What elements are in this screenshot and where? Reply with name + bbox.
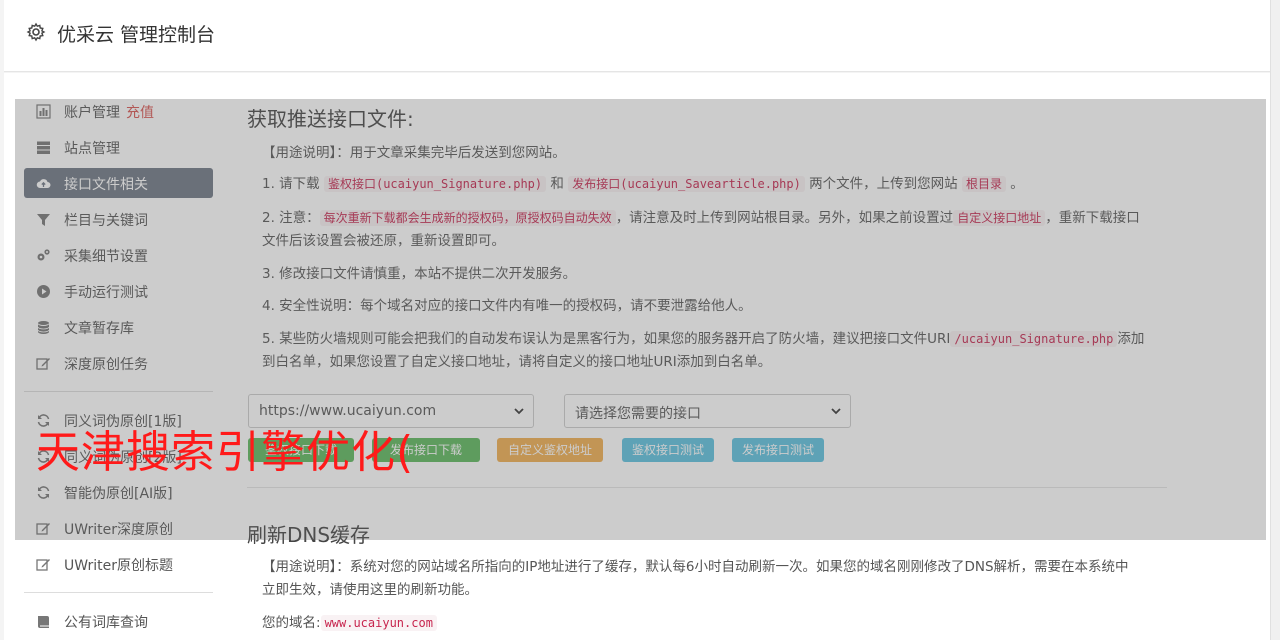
sidebar-item-label: 智能伪原创[AI版]: [64, 486, 173, 502]
domain-value: www.ucaiyun.com: [320, 615, 437, 631]
edit-icon: [36, 358, 50, 370]
sidebar-item-uwriter-title[interactable]: UWriter原创标题: [24, 549, 213, 579]
code-publish-api: 发布接口(ucaiyun_Savearticle.php): [568, 176, 805, 192]
sidebar-item-label: UWriter深度原创: [64, 522, 173, 538]
sidebar-item-label: 公有词库查询: [64, 615, 148, 631]
edit-icon: [36, 559, 50, 571]
sidebar-item-sites[interactable]: 站点管理: [24, 132, 213, 162]
instruction-4: 4. 安全性说明：每个域名对应的接口文件内有唯一的授权码，请不要泄露给他人。: [262, 298, 752, 314]
sidebar-item-public-lexicon[interactable]: 公有词库查询: [24, 606, 213, 636]
bar-chart-icon: [36, 104, 51, 119]
chevron-down-icon: [831, 408, 841, 415]
edit-icon: [36, 523, 50, 535]
section-title-dns: 刷新DNS缓存: [247, 523, 371, 547]
sidebar-item-label: 站点管理: [64, 141, 120, 157]
filter-icon: [37, 214, 50, 226]
sidebar-item-manual-run[interactable]: 手动运行测试: [24, 276, 213, 306]
sidebar-item-article-storage[interactable]: 文章暂存库: [24, 312, 213, 342]
sidebar-item-account[interactable]: 账户管理 充值: [24, 96, 213, 126]
usage-note: 【用途说明】：用于文章采集完毕后发送到您网站。: [262, 145, 566, 161]
section-divider: [247, 487, 1167, 488]
code-signature-uri: /ucaiyun_Signature.php: [950, 331, 1118, 347]
console-title: 优采云 管理控制台: [57, 24, 216, 46]
sidebar-divider: [24, 592, 213, 593]
code-auth-api: 鉴权接口(ucaiyun_Signature.php): [323, 176, 547, 192]
custom-auth-url-button[interactable]: 自定义鉴权地址: [497, 438, 603, 462]
sidebar-item-ai-rewrite[interactable]: 智能伪原创[AI版]: [24, 477, 213, 507]
sidebar-item-deep-original[interactable]: 深度原创任务: [24, 348, 213, 378]
sidebar-divider: [24, 391, 213, 392]
sidebar-item-uwriter-deep[interactable]: UWriter深度原创: [24, 513, 213, 543]
refresh-icon: [37, 486, 50, 499]
sidebar-item-label: UWriter原创标题: [64, 558, 173, 574]
code-new-auth-warning: 每次重新下载都会生成新的授权码，原授权码自动失效: [319, 210, 616, 226]
watermark-text: 天津搜索引擎优化(: [36, 427, 415, 478]
server-icon: [37, 141, 50, 154]
sidebar-item-label: 采集细节设置: [64, 249, 148, 265]
sidebar-item-label: 手动运行测试: [64, 285, 148, 301]
database-icon: [37, 321, 50, 334]
chevron-down-icon: [514, 408, 524, 415]
page: 优采云 管理控制台 账户管理 充值 站点管理 接口文件相关 栏目与关键词 采集细节…: [0, 0, 1280, 640]
api-select[interactable]: 请选择您需要的接口: [564, 394, 851, 428]
dns-usage-note: 【用途说明】：系统对您的网站域名所指向的IP地址进行了缓存，默认每6小时自动刷新…: [262, 559, 1129, 598]
play-icon: [37, 285, 50, 298]
instruction-5: 5. 某些防火墙规则可能会把我们的自动发布误认为是黑客行为，如果您的服务器开启了…: [262, 331, 1145, 370]
sidebar-item-collect-settings[interactable]: 采集细节设置: [24, 240, 213, 270]
sidebar-item-categories[interactable]: 栏目与关键词: [24, 204, 213, 234]
section-title-api-files: 获取推送接口文件:: [247, 107, 414, 131]
gear-icon: [26, 22, 46, 42]
sidebar-item-label: 深度原创任务: [64, 357, 148, 373]
recharge-link[interactable]: 充值: [126, 105, 154, 121]
code-root-dir: 根目录: [961, 176, 1006, 192]
domain-label: 您的域名:: [262, 615, 321, 631]
code-custom-api-url: 自定义接口地址: [953, 210, 1046, 226]
book-icon: [38, 616, 49, 628]
page-scrollbar[interactable]: [1270, 0, 1280, 640]
cloud-upload-icon: [36, 179, 51, 188]
sidebar-item-label: 栏目与关键词: [64, 213, 148, 229]
publish-api-test-button[interactable]: 发布接口测试: [732, 438, 824, 462]
sidebar-item-label: 文章暂存库: [64, 321, 134, 337]
sidebar-item-label: 账户管理: [64, 105, 120, 121]
instruction-2: 2. 注意： 每次重新下载都会生成新的授权码，原授权码自动失效 ，请注意及时上传到网…: [262, 210, 1140, 249]
auth-api-test-button[interactable]: 鉴权接口测试: [622, 438, 714, 462]
sidebar-item-api-files[interactable]: 接口文件相关: [24, 168, 213, 198]
domain-row: 您的域名: www.ucaiyun.com: [262, 612, 1152, 635]
top-header: 优采云 管理控制台: [4, 0, 1270, 72]
instruction-3: 3. 修改接口文件请慎重，本站不提供二次开发服务。: [262, 266, 577, 282]
sidebar-item-label: 接口文件相关: [64, 177, 148, 193]
cogs-icon: [37, 249, 50, 261]
instruction-1: 1. 请下载 鉴权接口(ucaiyun_Signature.php) 和 发布接…: [262, 176, 1024, 192]
